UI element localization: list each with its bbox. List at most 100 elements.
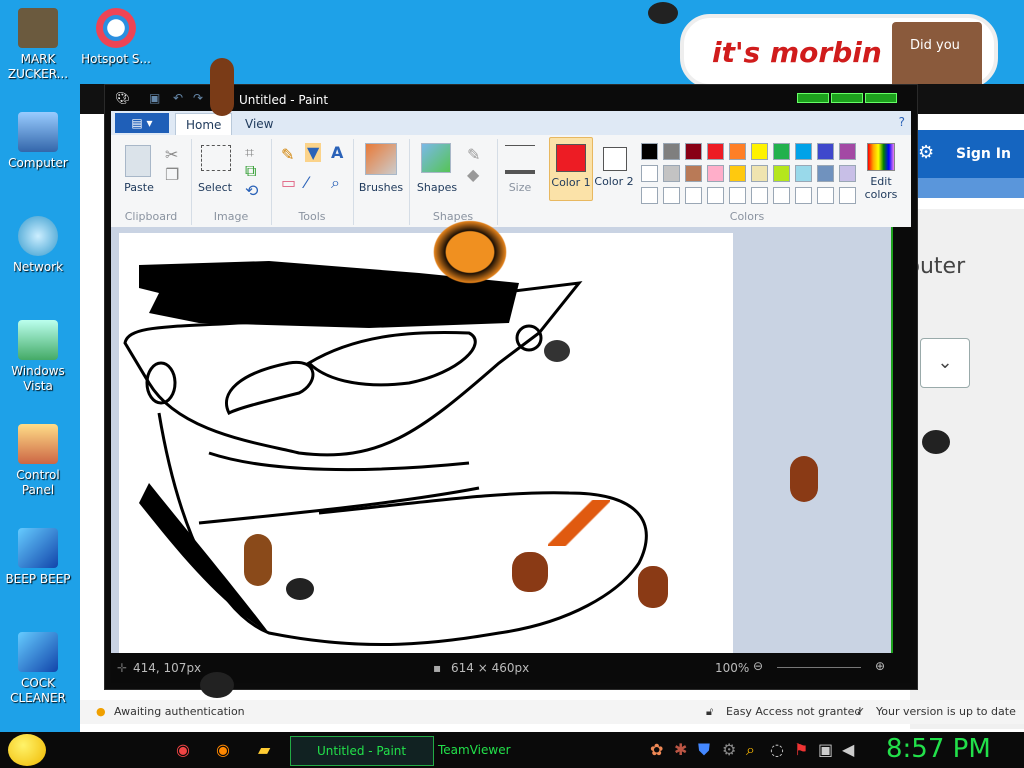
vertical-scrollbar[interactable] bbox=[891, 227, 913, 653]
butterfly-tray-icon[interactable]: ✿ bbox=[650, 740, 663, 759]
fill-icon[interactable]: ▼ bbox=[305, 143, 322, 162]
computer-icon bbox=[18, 112, 58, 152]
settings-tray-icon[interactable]: ⚙ bbox=[722, 740, 736, 759]
desktop-icon-network[interactable]: Network bbox=[0, 216, 76, 275]
zoom-slider[interactable] bbox=[777, 667, 861, 668]
palette-swatch[interactable] bbox=[641, 187, 658, 204]
minimize-button[interactable] bbox=[797, 93, 829, 103]
pencil-icon[interactable]: ✎ bbox=[281, 145, 294, 164]
palette-swatch[interactable] bbox=[641, 143, 658, 160]
palette-swatch[interactable] bbox=[685, 165, 702, 182]
volume-icon[interactable]: ◀ bbox=[842, 740, 854, 759]
palette-swatch[interactable] bbox=[663, 187, 680, 204]
chrome-icon[interactable]: ◉ bbox=[176, 740, 190, 759]
group-color1[interactable]: Color 1 bbox=[549, 137, 593, 201]
clock[interactable]: 8:57 PM bbox=[886, 734, 991, 764]
tab-view[interactable]: View bbox=[235, 113, 283, 135]
desktop-icon-computer[interactable]: Computer bbox=[0, 112, 76, 171]
chat-icon[interactable]: ◌ bbox=[770, 740, 784, 759]
palette-swatch[interactable] bbox=[817, 187, 834, 204]
desktop-icon-mark[interactable]: MARK ZUCKER... bbox=[0, 8, 76, 82]
brushes-button[interactable]: Brushes bbox=[353, 181, 409, 194]
select-icon[interactable] bbox=[201, 145, 231, 171]
flag-icon[interactable]: ⚑ bbox=[794, 740, 808, 759]
maximize-button[interactable] bbox=[831, 93, 863, 103]
palette-swatch[interactable] bbox=[663, 165, 680, 182]
paint-window[interactable]: 🎨︎ ▣ ↶ ↷ Untitled - Paint ▤ ▾ Home View … bbox=[104, 84, 918, 690]
eraser-icon[interactable]: ▭ bbox=[281, 173, 296, 192]
outline-icon[interactable]: ✎ bbox=[467, 145, 480, 164]
resize-icon[interactable]: ⧉ bbox=[245, 161, 256, 181]
brush-icon[interactable] bbox=[365, 143, 397, 175]
shapes-icon[interactable] bbox=[421, 143, 451, 173]
palette-swatch[interactable] bbox=[817, 143, 834, 160]
chevron-down-icon[interactable]: ⌄ bbox=[920, 338, 970, 388]
firefox-icon[interactable]: ◉ bbox=[216, 740, 230, 759]
group-edit-colors[interactable]: Edit colors bbox=[857, 139, 907, 225]
size-lines-icon[interactable] bbox=[505, 145, 535, 174]
size-button[interactable]: Size bbox=[497, 181, 543, 194]
palette-swatch[interactable] bbox=[751, 187, 768, 204]
palette-swatch[interactable] bbox=[773, 165, 790, 182]
desktop-icon-control-panel[interactable]: Control Panel bbox=[0, 424, 76, 498]
palette-swatch[interactable] bbox=[707, 165, 724, 182]
desktop-icon-hotspot[interactable]: Hotspot S... bbox=[78, 8, 154, 67]
color2-swatch bbox=[603, 147, 627, 171]
sign-in-button[interactable]: Sign In bbox=[956, 146, 1011, 162]
palette-swatch[interactable] bbox=[751, 143, 768, 160]
text-icon[interactable]: A bbox=[331, 143, 343, 162]
palette-swatch[interactable] bbox=[707, 143, 724, 160]
rotate-icon[interactable]: ⟲ bbox=[245, 181, 258, 200]
gear-icon[interactable]: ⚙ bbox=[918, 142, 934, 163]
bug-tray-icon[interactable]: ✱ bbox=[674, 740, 687, 759]
palette-swatch[interactable] bbox=[729, 143, 746, 160]
palette-swatch[interactable] bbox=[663, 143, 680, 160]
paste-icon[interactable] bbox=[125, 145, 151, 177]
start-button[interactable] bbox=[8, 734, 46, 766]
zoom-in-button[interactable]: ⊕ bbox=[875, 659, 885, 673]
palette-swatch[interactable] bbox=[729, 165, 746, 182]
copy-icon[interactable]: ❐ bbox=[165, 165, 179, 184]
fill-style-icon[interactable]: ◆ bbox=[467, 165, 479, 184]
shapes-button[interactable]: Shapes bbox=[411, 181, 463, 194]
palette-swatch[interactable] bbox=[685, 143, 702, 160]
taskbar-teamviewer[interactable]: TeamViewer bbox=[412, 736, 554, 764]
save-icon[interactable]: ▣ bbox=[149, 91, 160, 105]
crop-icon[interactable]: ⌗ bbox=[245, 143, 254, 163]
palette-swatch[interactable] bbox=[773, 187, 790, 204]
desktop-icon-cleaner[interactable]: COCK CLEANER bbox=[0, 632, 76, 706]
color-picker-icon[interactable]: ⁄ bbox=[305, 173, 308, 192]
palette-swatch[interactable] bbox=[795, 143, 812, 160]
close-button[interactable] bbox=[865, 93, 897, 103]
desktop-icon-beep[interactable]: BEEP BEEP bbox=[0, 528, 76, 587]
file-menu-button[interactable]: ▤ ▾ bbox=[115, 113, 169, 133]
select-button[interactable]: Select bbox=[195, 181, 235, 194]
undo-icon[interactable]: ↶ bbox=[173, 91, 183, 105]
palette-swatch[interactable] bbox=[641, 165, 658, 182]
help-icon[interactable]: ? bbox=[899, 115, 905, 129]
palette-swatch[interactable] bbox=[795, 187, 812, 204]
magnifier-icon[interactable]: ⌕ bbox=[331, 173, 340, 193]
palette-swatch[interactable] bbox=[729, 187, 746, 204]
ribbon: Paste ✂ ❐ Clipboard Select ⌗ ⧉ ⟲ Image ✎… bbox=[111, 135, 911, 228]
desktop-icon-vista[interactable]: Windows Vista bbox=[0, 320, 76, 394]
zoom-out-button[interactable]: ⊖ bbox=[753, 659, 763, 673]
shield-icon[interactable]: ⛊ bbox=[698, 740, 710, 760]
search-icon[interactable]: ⌕ bbox=[746, 740, 755, 760]
palette-swatch[interactable] bbox=[773, 143, 790, 160]
palette-swatch[interactable] bbox=[839, 187, 856, 204]
redo-icon[interactable]: ↷ bbox=[193, 91, 203, 105]
palette-swatch[interactable] bbox=[751, 165, 768, 182]
network-icon[interactable]: ▣ bbox=[818, 740, 833, 759]
palette-swatch[interactable] bbox=[839, 143, 856, 160]
palette-swatch[interactable] bbox=[707, 187, 724, 204]
palette-swatch[interactable] bbox=[817, 165, 834, 182]
folder-icon[interactable]: ▰ bbox=[258, 740, 270, 759]
paste-button[interactable]: Paste bbox=[119, 181, 159, 194]
tab-home[interactable]: Home bbox=[175, 113, 233, 136]
palette-swatch[interactable] bbox=[685, 187, 702, 204]
palette-swatch[interactable] bbox=[839, 165, 856, 182]
group-color2[interactable]: Color 2 bbox=[593, 139, 635, 225]
palette-swatch[interactable] bbox=[795, 165, 812, 182]
cut-icon[interactable]: ✂ bbox=[165, 145, 178, 164]
